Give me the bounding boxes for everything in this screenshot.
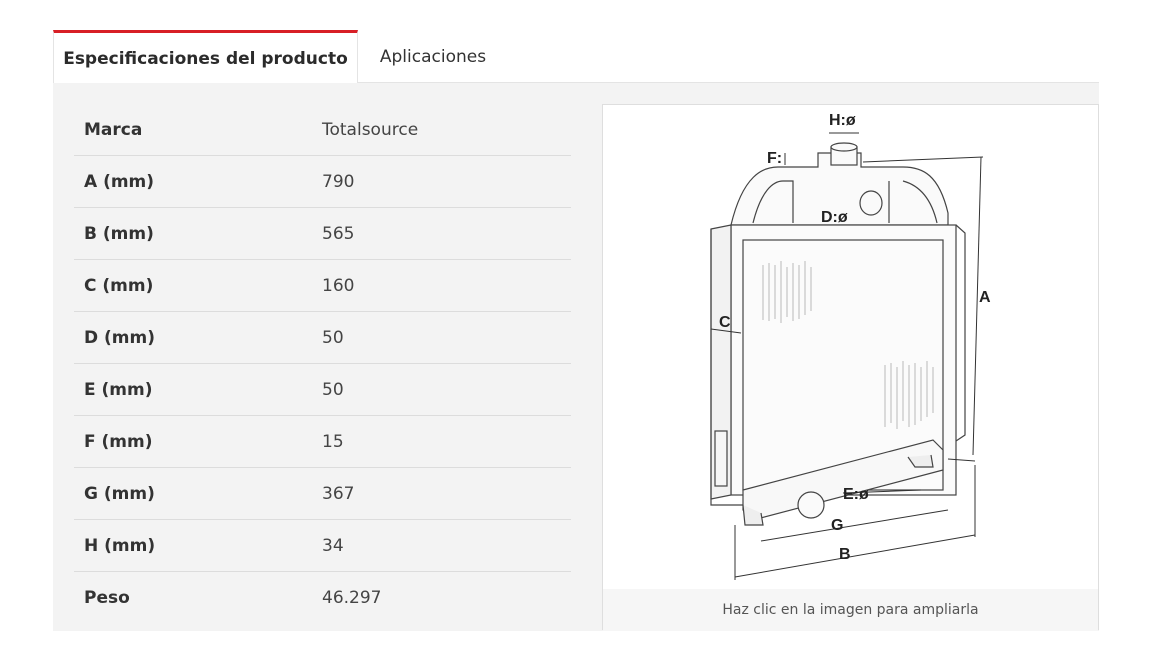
product-page: Especificaciones del producto Aplicacion… xyxy=(0,0,1151,661)
label-b: B xyxy=(839,546,851,563)
spec-row-e: E (mm) 50 xyxy=(74,364,571,416)
label-h: H:ø xyxy=(829,112,856,129)
spec-label: F (mm) xyxy=(84,431,153,452)
spec-label: C (mm) xyxy=(84,275,154,296)
spec-value: 565 xyxy=(322,223,355,244)
spec-value: 50 xyxy=(322,379,344,400)
spec-row-b: B (mm) 565 xyxy=(74,208,571,260)
label-f: F: xyxy=(767,150,782,167)
spec-row-f: F (mm) 15 xyxy=(74,416,571,468)
spec-row-g: G (mm) 367 xyxy=(74,468,571,520)
label-c: C xyxy=(719,314,731,331)
spec-value: 34 xyxy=(322,535,344,556)
tab-especificaciones[interactable]: Especificaciones del producto xyxy=(53,30,358,84)
spec-label: D (mm) xyxy=(84,327,155,348)
spec-label: A (mm) xyxy=(84,171,155,192)
spec-label: Peso xyxy=(84,588,130,608)
label-d: D:ø xyxy=(821,209,848,226)
spec-value: 367 xyxy=(322,483,355,504)
tab-bar: Especificaciones del producto Aplicacion… xyxy=(53,30,1099,84)
spec-value: 160 xyxy=(322,275,355,296)
label-e: E:ø xyxy=(843,486,869,503)
specs-table: Marca Totalsource A (mm) 790 B (mm) 565 … xyxy=(74,104,571,624)
spec-row-c: C (mm) 160 xyxy=(74,260,571,312)
spec-label: G (mm) xyxy=(84,483,155,504)
spec-row-d: D (mm) 50 xyxy=(74,312,571,364)
tab-aplicaciones[interactable]: Aplicaciones xyxy=(358,30,508,83)
radiator-dimension-diagram[interactable]: H:ø F: D:ø A C E:ø G B xyxy=(603,105,1098,589)
spec-row-peso: Peso 46.297 xyxy=(74,572,571,624)
image-caption: Haz clic en la imagen para ampliarla xyxy=(603,589,1098,631)
spec-value: 790 xyxy=(322,171,355,192)
spec-label: E (mm) xyxy=(84,379,153,400)
tab-content-panel: Marca Totalsource A (mm) 790 B (mm) 565 … xyxy=(53,83,1099,631)
label-a: A xyxy=(979,289,991,306)
spec-value: 15 xyxy=(322,431,344,452)
spec-row-a: A (mm) 790 xyxy=(74,156,571,208)
spec-label: B (mm) xyxy=(84,223,154,244)
spec-value: Totalsource xyxy=(322,119,419,140)
spec-value: 50 xyxy=(322,327,344,348)
spec-label: Marca xyxy=(84,119,143,140)
label-g: G xyxy=(831,517,843,534)
spec-label: H (mm) xyxy=(84,535,156,556)
spec-row-h: H (mm) 34 xyxy=(74,520,571,572)
spec-row-marca: Marca Totalsource xyxy=(74,104,571,156)
spec-value: 46.297 xyxy=(322,588,382,608)
product-image-box[interactable]: H:ø F: D:ø A C E:ø G B Haz clic en la im… xyxy=(602,104,1099,631)
